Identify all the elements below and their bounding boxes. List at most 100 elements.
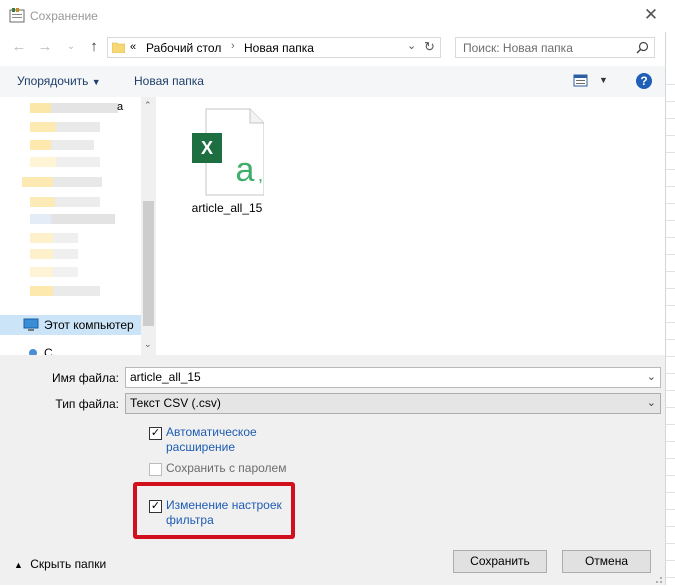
background-gridline	[666, 322, 675, 323]
background-gridline	[666, 271, 675, 272]
app-save-icon	[9, 7, 25, 23]
background-gridline	[666, 356, 675, 357]
search-box[interactable]: Поиск: Новая папка	[455, 37, 655, 58]
view-mode-icon[interactable]	[573, 74, 589, 88]
blurred-folder-item[interactable]	[30, 122, 100, 132]
background-gridline	[666, 288, 675, 289]
blurred-folder-item[interactable]	[30, 214, 115, 224]
background-gridline	[666, 424, 675, 425]
background-gridline	[666, 186, 675, 187]
new-folder-button[interactable]: Новая папка	[134, 74, 204, 88]
save-with-password-label[interactable]: Сохранить с паролем	[166, 461, 286, 476]
background-gridline	[666, 203, 675, 204]
address-dropdown-icon[interactable]: ⌄	[407, 39, 416, 52]
breadcrumb-separator-icon[interactable]: ›	[231, 40, 235, 52]
background-gridline	[666, 254, 675, 255]
background-gridline	[666, 118, 675, 119]
background-gridline	[666, 101, 675, 102]
folder-icon	[111, 41, 126, 54]
blurred-folder-item[interactable]	[30, 286, 100, 296]
highlight-box	[133, 482, 295, 539]
blurred-folder-item[interactable]	[30, 233, 78, 243]
title-bar: Сохранение ✕	[0, 0, 675, 32]
background-gridline	[666, 526, 675, 527]
blurred-folder-char: a	[117, 101, 124, 113]
file-list-pane: X a , article_all_15	[157, 97, 665, 355]
filename-value: article_all_15	[130, 370, 201, 384]
filename-field[interactable]: article_all_15 ⌄	[125, 367, 661, 388]
save-with-password-checkbox[interactable]	[149, 463, 162, 476]
up-arrow-icon[interactable]: ↑	[85, 37, 103, 57]
chevron-down-icon: ▼	[91, 77, 101, 87]
scrollbar-thumb[interactable]	[143, 201, 154, 326]
svg-text:,: ,	[258, 165, 263, 185]
filename-label: Имя файла:	[52, 371, 119, 385]
sidebar-item-network[interactable]: С	[0, 345, 141, 355]
blurred-folder-item[interactable]	[30, 267, 78, 277]
breadcrumb-new-folder[interactable]: Новая папка	[244, 41, 314, 55]
help-icon[interactable]: ?	[636, 73, 652, 89]
file-name: article_all_15	[191, 201, 263, 215]
save-button[interactable]: Сохранить	[453, 550, 547, 573]
background-gridline	[666, 441, 675, 442]
filename-dropdown-icon[interactable]: ⌄	[647, 370, 656, 383]
background-gridline	[666, 458, 675, 459]
auto-extension-checkbox[interactable]: ✓	[149, 427, 162, 440]
svg-text:X: X	[201, 138, 213, 158]
search-input[interactable]: Поиск: Новая папка	[463, 41, 573, 55]
network-icon	[27, 347, 39, 355]
filetype-label: Тип файла:	[55, 397, 119, 411]
cancel-button[interactable]: Отмена	[562, 550, 651, 573]
scroll-down-icon[interactable]: ⌄	[144, 339, 152, 350]
file-item[interactable]: X a , article_all_15	[184, 107, 265, 215]
background-gridline	[666, 220, 675, 221]
computer-icon	[23, 318, 39, 332]
sidebar-item-label: Этот компьютер	[44, 318, 134, 332]
blurred-folder-item[interactable]	[30, 197, 100, 207]
sidebar-scrollbar[interactable]: ⌃ ⌄	[141, 97, 156, 355]
refresh-icon[interactable]: ↻	[424, 39, 435, 55]
filetype-select[interactable]: Текст CSV (.csv) ⌄	[125, 393, 661, 414]
excel-csv-file-icon: X a ,	[188, 107, 265, 197]
recent-dropdown-icon[interactable]: ⌄	[62, 37, 80, 57]
filetype-value: Текст CSV (.csv)	[130, 396, 221, 410]
blurred-folder-item[interactable]	[30, 157, 100, 167]
blurred-folder-item[interactable]	[22, 177, 102, 187]
organize-button[interactable]: Упорядочить ▼	[17, 74, 101, 88]
blurred-folder-item[interactable]	[30, 140, 94, 150]
background-gridline	[666, 577, 675, 578]
background-gridline	[666, 390, 675, 391]
close-icon: ✕	[643, 5, 659, 24]
close-button[interactable]: ✕	[640, 4, 662, 26]
blurred-folder-item[interactable]	[30, 103, 118, 113]
save-options-panel: Имя файла: article_all_15 ⌄ Тип файла: Т…	[0, 355, 665, 585]
search-icon[interactable]	[636, 41, 649, 54]
address-bar[interactable]: « Рабочий стол › Новая папка ⌄ ↻	[107, 37, 441, 58]
background-gridline	[666, 492, 675, 493]
background-gridline	[666, 339, 675, 340]
background-gridline	[666, 84, 675, 85]
chevron-up-icon: ▲	[14, 560, 23, 570]
background-gridline	[666, 305, 675, 306]
auto-extension-line2: расширение	[166, 440, 236, 454]
sidebar-item-this-pc[interactable]: Этот компьютер	[0, 315, 141, 335]
view-dropdown-icon[interactable]: ▼	[599, 75, 608, 85]
background-gridline	[666, 407, 675, 408]
scroll-up-icon[interactable]: ⌃	[144, 100, 152, 111]
svg-text:a: a	[236, 151, 255, 189]
window-title: Сохранение	[30, 9, 98, 23]
back-arrow-icon[interactable]: ←	[10, 37, 28, 57]
background-gridline	[666, 475, 675, 476]
address-overflow[interactable]: «	[130, 41, 136, 53]
hide-folders-label: Скрыть папки	[30, 557, 107, 571]
background-gridline	[666, 560, 675, 561]
blurred-folder-item[interactable]	[30, 249, 78, 259]
background-gridline	[666, 509, 675, 510]
forward-arrow-icon[interactable]: →	[36, 37, 54, 57]
background-gridline	[666, 373, 675, 374]
hide-folders-button[interactable]: ▲ Скрыть папки	[14, 557, 106, 571]
breadcrumb-desktop[interactable]: Рабочий стол	[146, 41, 221, 55]
auto-extension-label[interactable]: Автоматическое расширение	[166, 425, 257, 455]
resize-grip-icon[interactable]	[653, 573, 663, 583]
background-gridline	[666, 543, 675, 544]
